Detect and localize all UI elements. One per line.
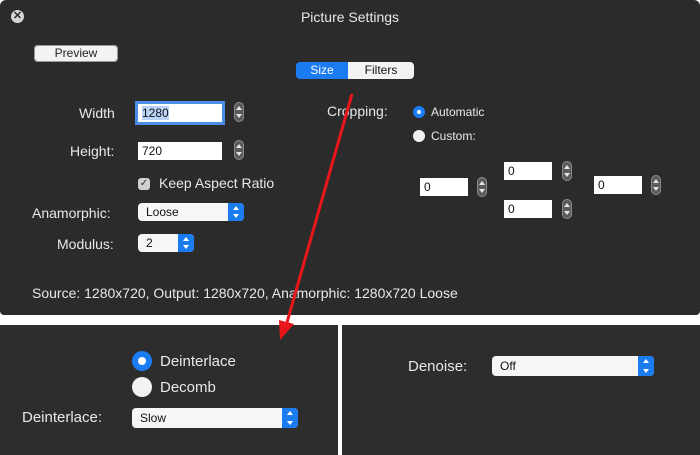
tab-switcher: Size Filters [296, 62, 414, 79]
deinterlace-radio-label: Deinterlace [160, 353, 236, 370]
crop-right-stepper[interactable] [651, 175, 661, 195]
chevron-updown-icon [282, 408, 298, 428]
height-stepper[interactable] [234, 140, 244, 160]
crop-custom-label: Custom: [431, 129, 476, 143]
crop-bottom-stepper[interactable] [562, 199, 572, 219]
crop-bottom-field[interactable]: 0 [504, 200, 552, 218]
preview-button[interactable]: Preview [34, 45, 118, 62]
close-icon[interactable]: ✕ [11, 10, 24, 23]
cropping-label: Cropping: [327, 103, 388, 119]
crop-left-stepper[interactable] [477, 177, 487, 197]
keep-aspect-checkbox[interactable]: ✓ [138, 178, 150, 190]
denoise-label: Denoise: [408, 358, 468, 375]
crop-top-stepper[interactable] [562, 161, 572, 181]
deinterlace-select[interactable]: Slow [132, 408, 298, 428]
crop-left-field[interactable]: 0 [420, 178, 468, 196]
anamorphic-value: Loose [146, 205, 179, 219]
width-value: 1280 [142, 106, 169, 120]
deinterlace-value: Slow [140, 411, 167, 425]
width-stepper[interactable] [234, 102, 244, 122]
anamorphic-label: Anamorphic: [32, 205, 111, 221]
modulus-label: Modulus: [57, 236, 114, 252]
decomb-radio[interactable] [132, 377, 152, 397]
picture-settings-window: Picture Settings ✕ Preview Size Filters … [0, 0, 700, 315]
status-text: Source: 1280x720, Output: 1280x720, Anam… [32, 285, 458, 301]
modulus-select[interactable]: 2 [138, 234, 194, 252]
denoise-value: Off [500, 359, 516, 373]
crop-right-field[interactable]: 0 [594, 176, 642, 194]
height-field[interactable]: 720 [138, 142, 222, 160]
width-field[interactable]: 1280 [138, 104, 222, 122]
chevron-updown-icon [228, 203, 244, 221]
chevron-updown-icon [638, 356, 654, 376]
width-label: Width [79, 105, 115, 121]
height-label: Height: [70, 143, 115, 159]
decomb-radio-label: Decomb [160, 379, 216, 396]
filters-left-panel: Deinterlace Decomb Deinterlace: Slow [0, 325, 338, 455]
modulus-value: 2 [146, 236, 153, 250]
deinterlace-radio[interactable] [132, 351, 152, 371]
anamorphic-select[interactable]: Loose [138, 203, 244, 221]
keep-aspect-label: Keep Aspect Ratio [159, 175, 275, 191]
crop-top-field[interactable]: 0 [504, 162, 552, 180]
crop-custom-radio[interactable] [413, 130, 425, 142]
chevron-updown-icon [178, 234, 194, 252]
tab-filters[interactable]: Filters [348, 62, 414, 79]
window-title: Picture Settings [300, 9, 400, 25]
deinterlace-label: Deinterlace: [22, 409, 103, 426]
tab-size[interactable]: Size [296, 62, 348, 79]
crop-automatic-label: Automatic [431, 105, 485, 119]
denoise-select[interactable]: Off [492, 356, 654, 376]
filters-right-panel: Denoise: Off [342, 325, 700, 455]
crop-automatic-radio[interactable] [413, 106, 425, 118]
